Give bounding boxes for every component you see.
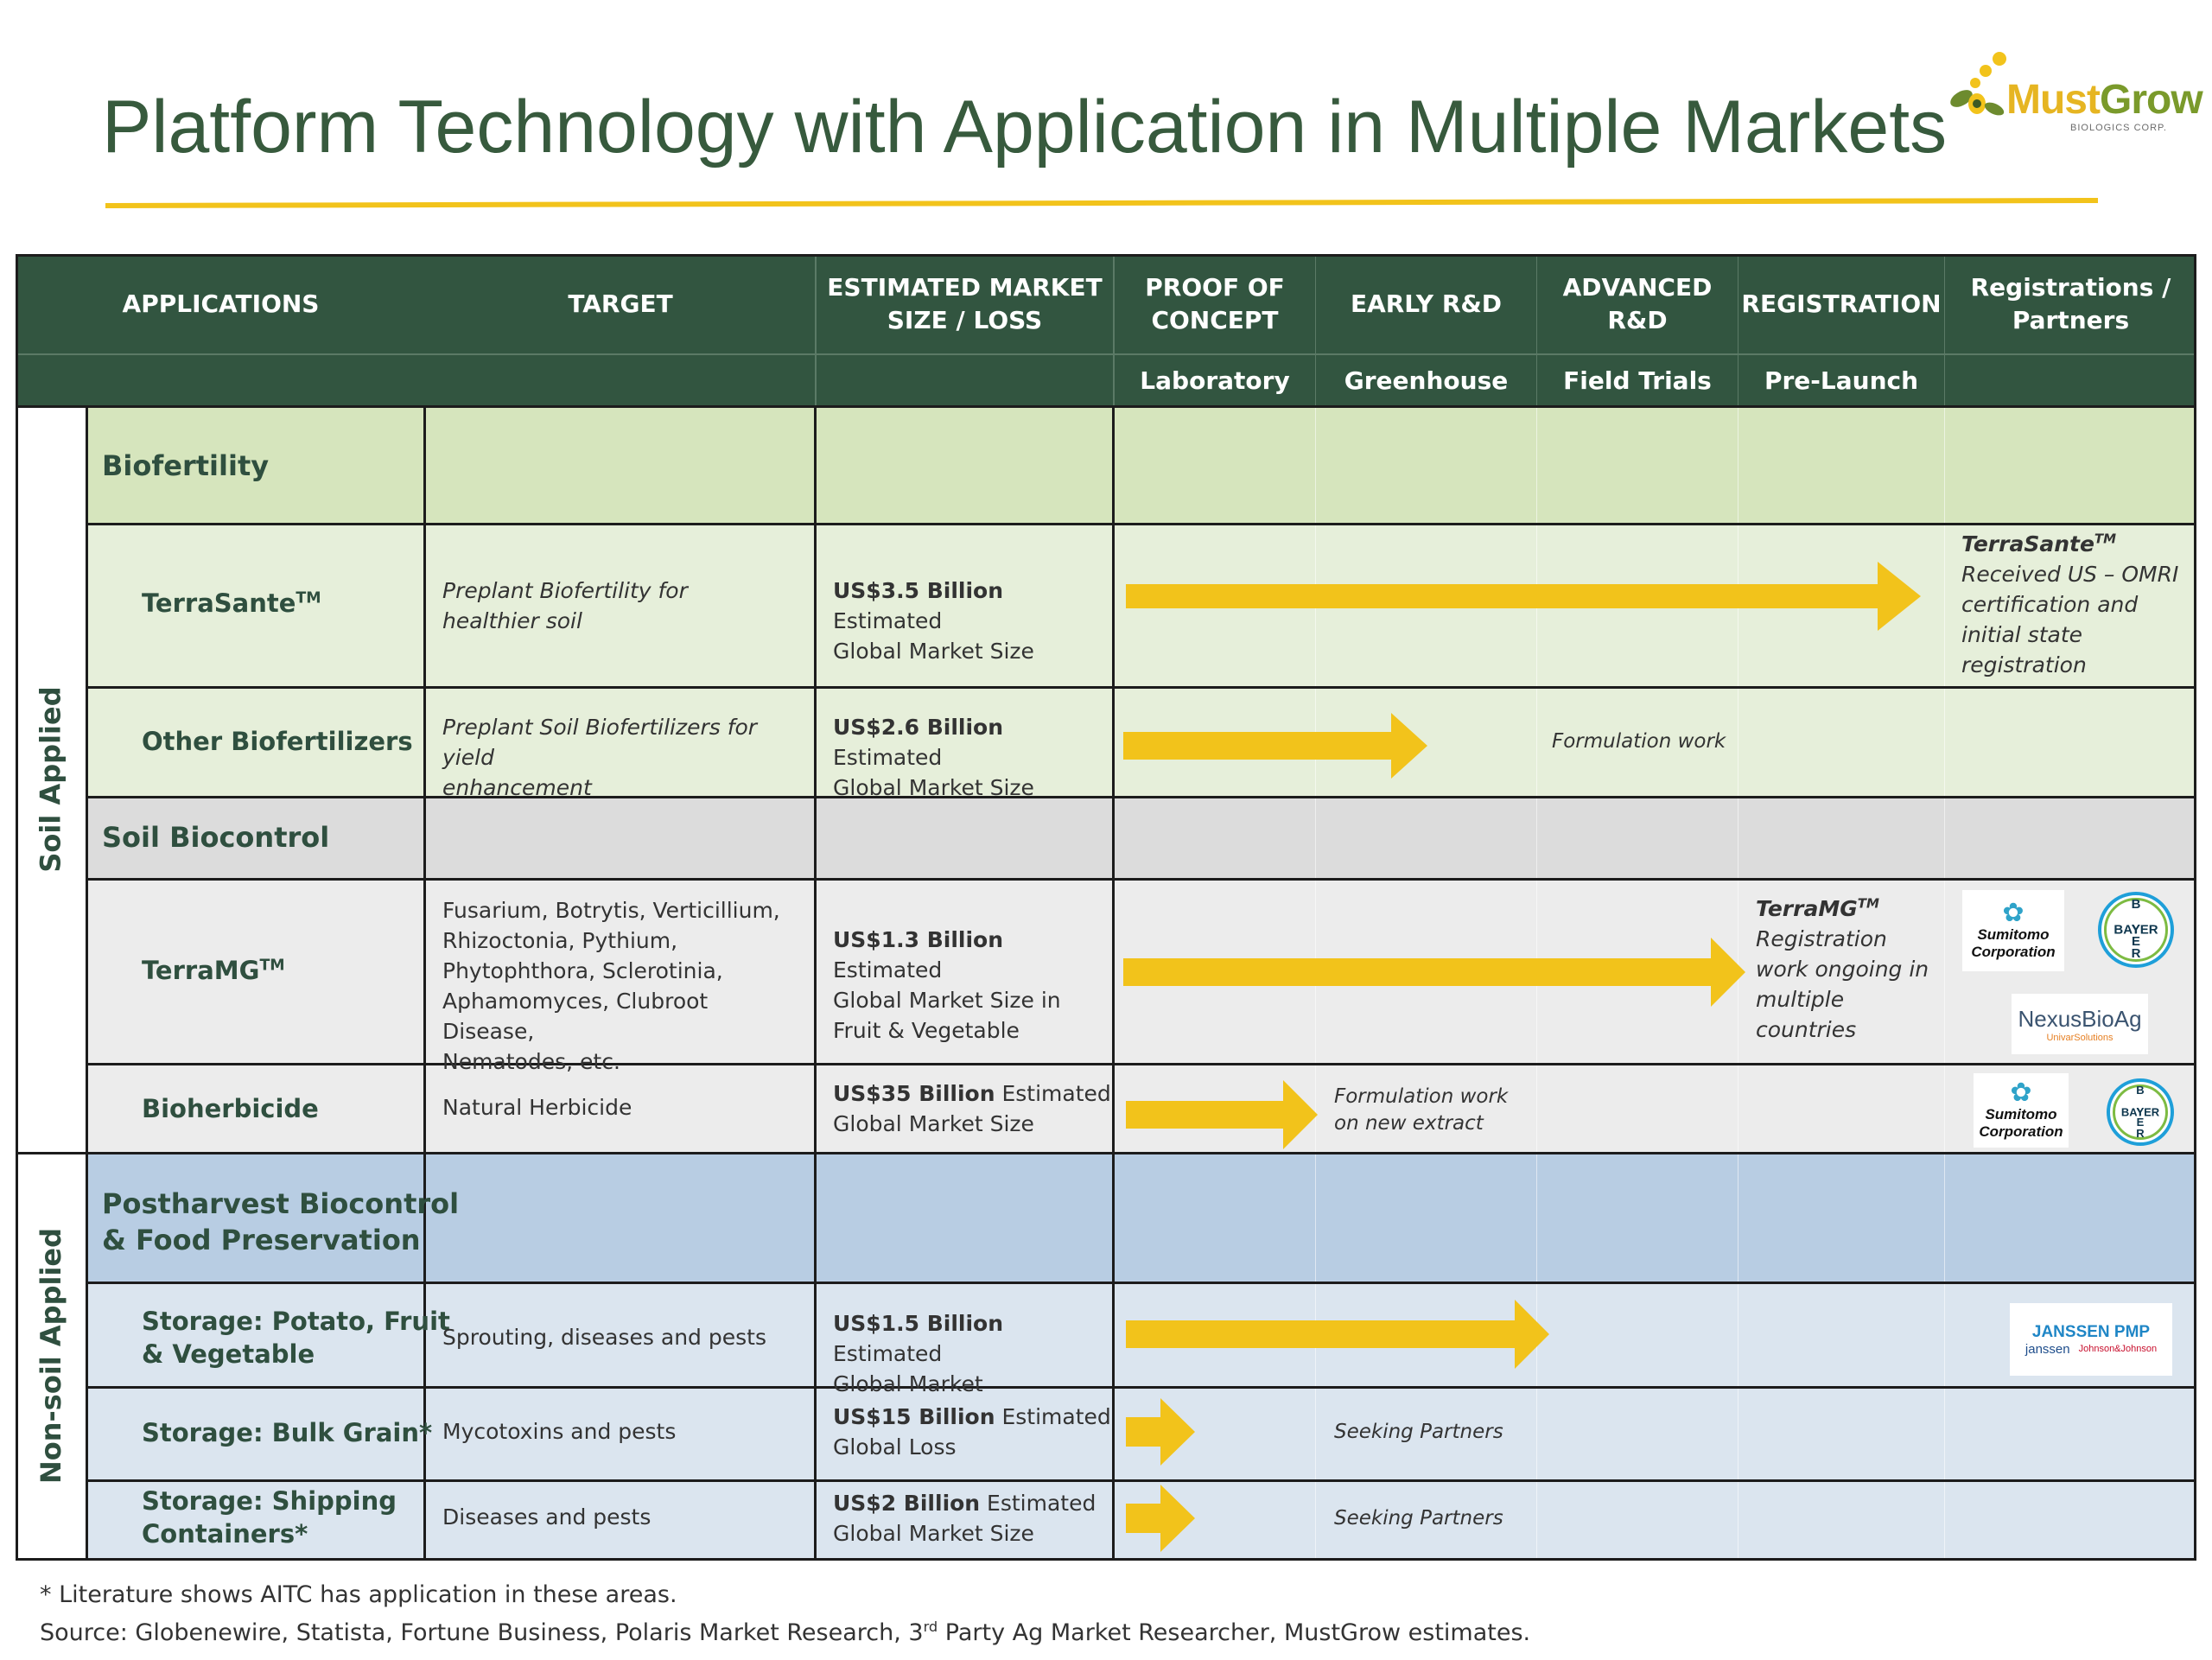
bayer-logo-2: BAYER B YER <box>2107 1078 2174 1146</box>
target-terrasante: Preplant Biofertility for healthier soil <box>442 578 688 633</box>
flower-icon <box>1950 52 2006 116</box>
app-terrasante: TerraSanteTM <box>142 588 321 618</box>
sumitomo-logo: ✿ Sumitomo Corporation <box>1962 890 2064 971</box>
note-bioherbicide: Formulation work on new extract <box>1334 1085 1509 1135</box>
app-storage-potato: Storage: Potato, Fruit & Vegetable <box>142 1307 450 1369</box>
page-title: Platform Technology with Application in … <box>102 86 1948 169</box>
header-target: TARGET <box>568 289 673 318</box>
target-other-biofertilizers: Preplant Soil Biofertilizers for yield en… <box>442 715 758 800</box>
section-biofertility: Biofertility <box>102 449 270 482</box>
footnote-literature: * Literature shows AITC has application … <box>40 1581 677 1608</box>
market-storage-potato: US$1.5 Billion Estimated Global Market <box>833 1311 1003 1396</box>
app-terramg: TerraMGTM <box>142 956 285 985</box>
registration-terramg: TerraMGTM Registration work ongoing in mu… <box>1756 895 1929 1042</box>
note-other-biofertilizers: Formulation work <box>1552 730 1726 753</box>
logo-subtitle: BIOLOGICS CORP. <box>2070 123 2167 133</box>
group-non-soil-applied: Non-soil Applied <box>35 1227 67 1485</box>
target-storage-shipping: Diseases and pests <box>442 1504 652 1530</box>
pipeline-table: APPLICATIONS TARGET ESTIMATED MARKET SIZE… <box>16 254 2196 1561</box>
target-storage-bulk-grain: Mycotoxins and pests <box>442 1419 677 1444</box>
soil-biocontrol-band <box>86 797 2196 879</box>
bayer-logo: BAYER B YER <box>2098 892 2174 968</box>
logo-wordmark: MustGrow <box>2006 77 2203 123</box>
note-storage-shipping: Seeking Partners <box>1334 1507 1503 1530</box>
progress-arrow-terrasante <box>1126 562 1921 631</box>
sumitomo-flower-icon: ✿ <box>2010 1078 2032 1108</box>
mustgrow-logo: MustGrow BIOLOGICS CORP. <box>1942 50 2203 145</box>
market-storage-shipping: US$2 Billion Estimated Global Market Size <box>833 1491 1096 1546</box>
header-proof-of-concept: PROOF OF CONCEPT <box>1145 272 1285 334</box>
app-other-biofertilizers: Other Biofertilizers <box>142 727 413 756</box>
app-storage-bulk-grain: Storage: Bulk Grain* <box>142 1418 433 1447</box>
registration-terrasante: TerraSanteTM Received US – OMRI certifica… <box>1961 531 2179 677</box>
progress-arrow-bioherbicide <box>1126 1080 1318 1149</box>
subheader-field-trials: Field Trials <box>1563 366 1712 395</box>
market-storage-bulk-grain: US$15 Billion Estimated Global Loss <box>833 1404 1111 1460</box>
subheader-greenhouse: Greenhouse <box>1344 366 1509 395</box>
app-bioherbicide: Bioherbicide <box>142 1094 319 1123</box>
note-storage-bulk-grain: Seeking Partners <box>1334 1421 1503 1443</box>
nexusbioag-logo: NexusBioAg UnivarSolutions <box>2012 994 2148 1054</box>
market-other-biofertilizers: US$2.6 Billion Estimated Global Market Si… <box>833 715 1034 800</box>
progress-arrow-storage-bulk-grain <box>1126 1398 1195 1466</box>
sumitomo-logo-2: ✿ Sumitomo Corporation <box>1974 1073 2069 1148</box>
subheader-laboratory: Laboratory <box>1140 366 1290 395</box>
market-terramg: US$1.3 Billion Estimated Global Market Si… <box>833 927 1061 1043</box>
app-storage-shipping: Storage: Shipping Containers* <box>142 1486 397 1549</box>
target-storage-potato: Sprouting, diseases and pests <box>442 1325 766 1350</box>
market-terrasante: US$3.5 Billion Estimated Global Market Si… <box>833 578 1034 664</box>
janssen-pmp-logo: JANSSEN PMP janssen Johnson&Johnson <box>2010 1303 2172 1376</box>
biofertility-band <box>86 406 2196 524</box>
header-market-size: ESTIMATED MARKET SIZE / LOSS <box>827 272 1103 334</box>
target-terramg: Fusarium, Botrytis, Verticillium, Rhizoct… <box>442 898 780 1074</box>
footnote-source: Source: Globenewire, Statista, Fortune B… <box>40 1619 1531 1646</box>
sumitomo-flower-icon: ✿ <box>2002 898 2024 928</box>
bayer-vertical-text: B YER <box>2136 1084 2145 1140</box>
title-underline <box>105 197 2098 208</box>
bayer-vertical-text: B YER <box>2131 897 2141 962</box>
progress-arrow-storage-potato <box>1126 1300 1549 1369</box>
header-partners: Registrations / Partners <box>1970 272 2171 334</box>
header-early-rd: EARLY R&D <box>1350 289 1503 318</box>
subheader-pre-launch: Pre-Launch <box>1764 366 1919 395</box>
progress-arrow-terramg <box>1123 938 1745 1007</box>
target-bioherbicide: Natural Herbicide <box>442 1095 632 1120</box>
group-soil-applied: Soil Applied <box>35 686 68 873</box>
progress-arrow-storage-shipping <box>1126 1485 1195 1552</box>
header-advanced-rd: ADVANCED R&D <box>1562 272 1713 334</box>
section-postharvest: Postharvest Biocontrol & Food Preservatio… <box>102 1187 460 1256</box>
market-bioherbicide: US$35 Billion Estimated Global Market Siz… <box>833 1081 1111 1136</box>
header-applications: APPLICATIONS <box>122 289 320 318</box>
section-soil-biocontrol: Soil Biocontrol <box>102 821 330 854</box>
progress-arrow-other-biofertilizers <box>1123 713 1427 779</box>
header-registration: REGISTRATION <box>1741 289 1942 318</box>
